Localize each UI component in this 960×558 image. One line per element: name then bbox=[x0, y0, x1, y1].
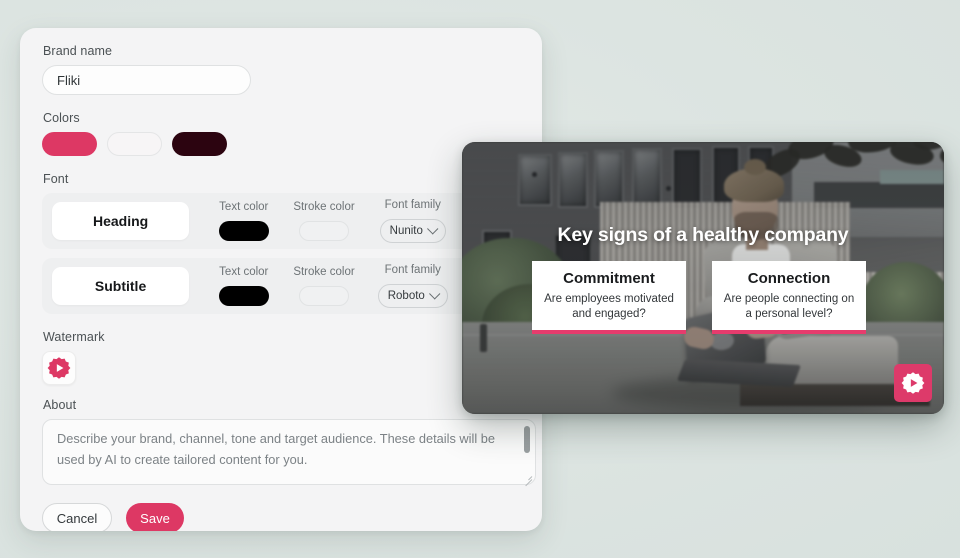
subtitle-preview[interactable]: Subtitle bbox=[52, 267, 190, 305]
color-swatch-primary[interactable] bbox=[42, 132, 97, 156]
about-scrollbar-thumb[interactable] bbox=[524, 426, 530, 453]
subtitle-stroke-color-label: Stroke color bbox=[293, 266, 355, 278]
watermark-label: Watermark bbox=[43, 330, 105, 344]
heading-font-family-select[interactable]: Nunito bbox=[379, 219, 446, 243]
brand-name-input[interactable]: Fliki bbox=[42, 65, 251, 95]
brand-name-label: Brand name bbox=[43, 44, 113, 58]
about-placeholder: Describe your brand, channel, tone and t… bbox=[57, 431, 495, 467]
heading-text-color-label: Text color bbox=[219, 201, 269, 213]
heading-stroke-color-swatch[interactable] bbox=[299, 221, 349, 241]
video-caption-cards: Commitment Are employees motivated and e… bbox=[532, 261, 866, 334]
heading-font-family-value: Nunito bbox=[389, 225, 423, 237]
chevron-down-icon bbox=[428, 288, 441, 300]
font-row-subtitle: Subtitle Text color Stroke color Font fa… bbox=[42, 258, 470, 314]
heading-stroke-color-label: Stroke color bbox=[293, 201, 355, 213]
color-swatch-light[interactable] bbox=[107, 132, 162, 156]
video-card-title: Connection bbox=[747, 270, 831, 287]
brand-name-value: Fliki bbox=[57, 72, 81, 88]
about-resize-handle[interactable] bbox=[523, 472, 533, 487]
video-card-body: Are employees motivated and engaged? bbox=[544, 293, 674, 321]
subtitle-stroke-color-col: Stroke color bbox=[286, 266, 361, 306]
about-textarea[interactable]: Describe your brand, channel, tone and t… bbox=[42, 419, 536, 487]
heading-font-family-col: Font family Nunito bbox=[370, 199, 456, 243]
color-swatch-row bbox=[42, 132, 520, 156]
heading-font-family-label: Font family bbox=[384, 199, 441, 211]
video-preview-card[interactable]: Key signs of a healthy company Commitmen… bbox=[462, 142, 944, 414]
colors-group: Colors bbox=[42, 111, 520, 156]
brand-name-group: Brand name Fliki bbox=[42, 44, 520, 95]
save-button[interactable]: Save bbox=[126, 503, 184, 531]
subtitle-text-color-label: Text color bbox=[219, 266, 269, 278]
font-label: Font bbox=[43, 172, 69, 186]
subtitle-text-color-col: Text color bbox=[207, 266, 280, 306]
app-background: Brand name Fliki Colors Font Heading Tex… bbox=[0, 0, 960, 558]
video-card-commitment: Commitment Are employees motivated and e… bbox=[532, 261, 686, 334]
heading-text-color-col: Text color bbox=[207, 201, 280, 241]
fliki-play-gear-icon bbox=[901, 372, 925, 394]
video-card-title: Commitment bbox=[563, 270, 655, 287]
about-label: About bbox=[43, 398, 77, 412]
cancel-button[interactable]: Cancel bbox=[42, 503, 112, 531]
heading-text-color-swatch[interactable] bbox=[218, 221, 269, 241]
panel-actions: Cancel Save bbox=[42, 503, 520, 531]
video-card-connection: Connection Are people connecting on a pe… bbox=[712, 261, 866, 334]
subtitle-font-family-label: Font family bbox=[384, 264, 441, 276]
subtitle-font-family-col: Font family Roboto bbox=[370, 264, 456, 308]
font-group: Font Heading Text color Stroke color Fon… bbox=[42, 172, 520, 314]
video-card-body: Are people connecting on a personal leve… bbox=[723, 293, 855, 321]
about-group: About Describe your brand, channel, tone… bbox=[42, 398, 536, 487]
subtitle-font-family-select[interactable]: Roboto bbox=[377, 284, 448, 308]
watermark-thumbnail[interactable] bbox=[42, 351, 76, 385]
heading-stroke-color-col: Stroke color bbox=[286, 201, 361, 241]
font-row-heading: Heading Text color Stroke color Font fam… bbox=[42, 193, 470, 249]
watermark-group: Watermark bbox=[42, 330, 520, 385]
video-headline: Key signs of a healthy company bbox=[557, 224, 849, 246]
color-swatch-dark[interactable] bbox=[172, 132, 227, 156]
subtitle-text-color-swatch[interactable] bbox=[218, 286, 269, 306]
subtitle-stroke-color-swatch[interactable] bbox=[299, 286, 349, 306]
fliki-play-gear-icon bbox=[47, 357, 71, 379]
video-watermark-badge bbox=[894, 364, 932, 402]
chevron-down-icon bbox=[426, 223, 439, 235]
colors-label: Colors bbox=[43, 111, 80, 125]
heading-preview[interactable]: Heading bbox=[52, 202, 190, 240]
subtitle-font-family-value: Roboto bbox=[387, 290, 425, 302]
